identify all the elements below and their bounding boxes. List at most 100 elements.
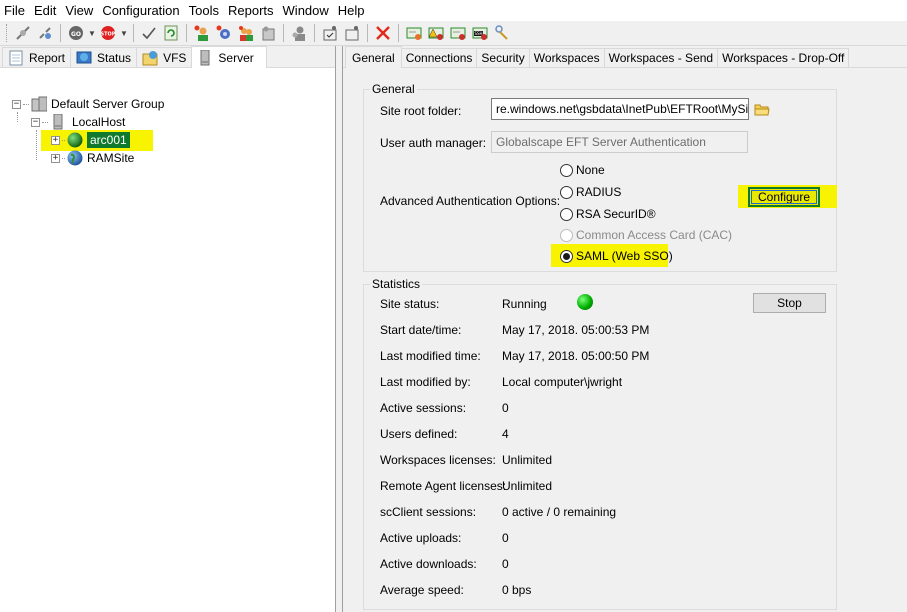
new-event-rule-icon [216,25,230,39]
new-command-icon [262,26,275,41]
key-manager-button[interactable] [491,23,513,43]
refresh-button[interactable] [160,23,182,43]
radio-circle[interactable] [560,207,573,221]
tab-server-label: Server [218,50,254,65]
server-tree: − Default Server Group − LocalHost + arc… [0,68,335,166]
menu-file[interactable]: File [0,0,30,21]
tree-node-localhost[interactable]: − LocalHost [31,113,125,131]
configure-button[interactable]: Configure [748,187,820,207]
menu-edit[interactable]: Edit [30,0,61,21]
radio-circle [560,228,573,242]
connect-button[interactable] [12,23,34,43]
stat-label: Site status: [380,297,440,311]
tab-workspaces-send[interactable]: Workspaces - Send [603,48,719,67]
toolbar: GO ▼ STOP ▼ SSH [0,21,907,46]
user-disabled-button[interactable] [288,23,310,43]
certificate-warning-icon [428,27,444,40]
radio-circle-checked[interactable] [560,249,573,263]
toolbar-separator [133,24,134,42]
radio-auth-saml[interactable]: SAML (Web SSO) [560,249,673,263]
stat-value: Unlimited [502,479,553,493]
connect-icon [16,26,30,40]
menu-bar: File Edit View Configuration Tools Repor… [0,0,907,21]
ssh-key-icon: SSH [472,27,488,40]
tree-node-site-arc001[interactable]: + arc001 [51,131,130,149]
radio-circle[interactable] [560,163,573,177]
menu-reports[interactable]: Reports [224,0,279,21]
radio-auth-radius[interactable]: RADIUS [560,185,621,199]
left-panel: Report Status VFS Server − Default Serve… [0,46,336,612]
radio-circle[interactable] [560,185,573,199]
site-tab-bar: General Connections Security Workspaces … [343,46,907,68]
menu-configuration[interactable]: Configuration [98,0,184,21]
vfs-icon [142,50,158,65]
stat-value: 0 [502,531,509,545]
radio-auth-cac: Common Access Card (CAC) [560,228,732,242]
stat-label: Active uploads: [380,531,462,545]
expand-toggle[interactable]: + [51,135,60,145]
toolbar-separator [314,24,315,42]
tree-connector [36,130,37,160]
expand-toggle[interactable]: + [51,153,60,163]
tab-vfs[interactable]: VFS [136,47,193,67]
server-group-icon [31,96,47,112]
stat-label: Workspaces licenses: [380,453,496,467]
stop-dropdown[interactable]: ▼ [119,23,129,43]
new-folder-check-button[interactable] [319,23,341,43]
general-group: General Site root folder: re.windows.net… [363,82,837,272]
menu-view[interactable]: View [61,0,98,21]
tree-connector [62,139,65,141]
apply-button[interactable] [138,23,160,43]
menu-tools[interactable]: Tools [185,0,224,21]
go-button[interactable]: GO [65,23,87,43]
stop-server-button[interactable]: STOP [97,23,119,43]
browse-folder-button[interactable] [754,102,770,119]
tree-node-label: Default Server Group [51,97,165,111]
disconnect-icon [39,27,51,39]
stat-label: Users defined: [380,427,458,441]
svg-text:SSH: SSH [474,31,482,36]
tab-report[interactable]: Report [2,47,72,67]
stat-label: Average speed: [380,583,464,597]
collapse-toggle[interactable]: − [12,99,21,109]
radio-auth-rsa-securid[interactable]: RSA SecurID® [560,207,656,221]
new-folder-button[interactable] [341,23,363,43]
key-manager-icon [495,25,508,40]
certificate-button[interactable] [447,23,469,43]
tree-node-site-ramsite[interactable]: + RAMSite [51,149,134,167]
tab-connections[interactable]: Connections [400,48,478,67]
tab-general[interactable]: General [345,46,402,68]
tab-server[interactable]: Server [191,46,267,68]
new-group-button[interactable] [235,23,257,43]
go-dropdown[interactable]: ▼ [87,23,97,43]
disconnect-button[interactable] [34,23,56,43]
stop-site-button[interactable]: Stop [753,293,826,313]
stat-value: Running [502,297,547,311]
delete-button[interactable] [372,23,394,43]
user-auth-manager-field: Globalscape EFT Server Authentication [491,131,748,153]
tree-connector [23,103,29,105]
new-group-icon [239,26,253,41]
delete-icon [376,26,390,40]
menu-window[interactable]: Window [279,0,334,21]
new-command-button[interactable] [257,23,279,43]
certificate-warning-button[interactable] [425,23,447,43]
certificate-new-button[interactable] [403,23,425,43]
tree-connector [62,157,65,159]
new-event-rule-button[interactable] [213,23,235,43]
ssh-key-button[interactable]: SSH [469,23,491,43]
tab-workspaces[interactable]: Workspaces [528,48,605,67]
radio-auth-none[interactable]: None [560,163,605,177]
tab-workspaces-drop-off[interactable]: Workspaces - Drop-Off [717,48,850,67]
site-root-folder-input[interactable]: re.windows.net\gsbdata\InetPub\EFTRoot\M… [491,98,749,120]
tab-status[interactable]: Status [70,47,138,67]
tab-security[interactable]: Security [476,48,530,67]
tree-node-server-group[interactable]: − Default Server Group [12,95,164,113]
toolbar-grip[interactable] [6,24,9,42]
user-auth-manager-label: User auth manager: [380,136,487,150]
collapse-toggle[interactable]: − [31,117,40,127]
menu-help[interactable]: Help [334,0,370,21]
new-user-button[interactable] [191,23,213,43]
stat-value: 0 active / 0 remaining [502,505,617,519]
tab-status-label: Status [97,50,132,65]
